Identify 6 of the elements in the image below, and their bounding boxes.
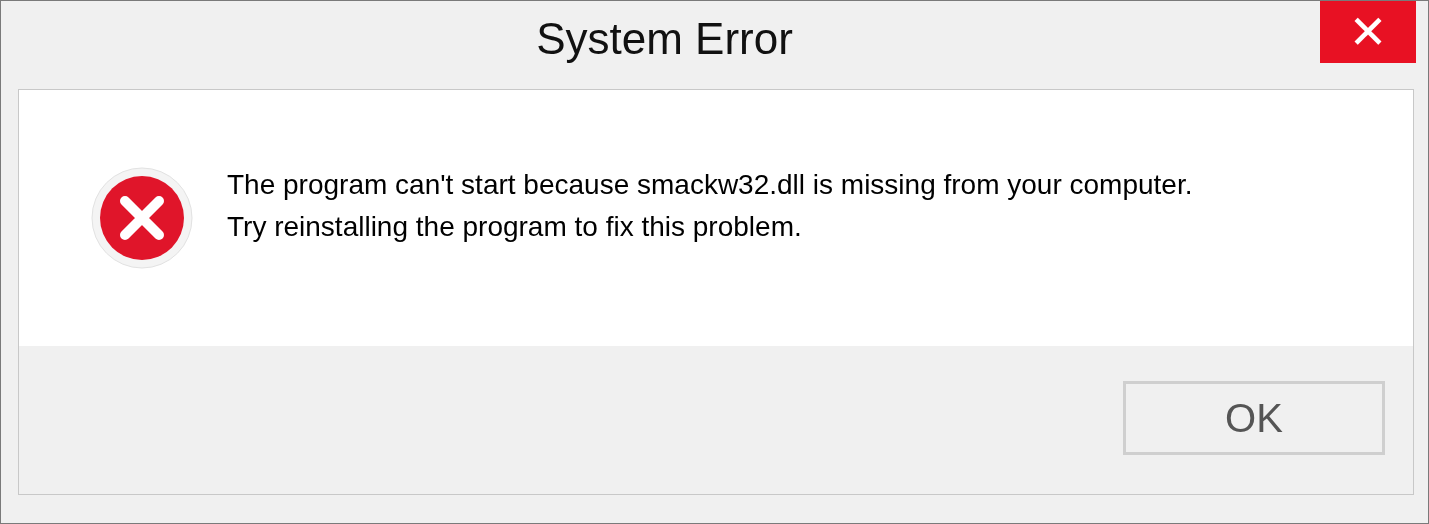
message-text: Try reinstalling the program to fix this problem.: [227, 210, 803, 244]
window-title: System Error: [536, 14, 793, 64]
message-text: The program can't start because smackw32.dll is missing from your computer.: [227, 168, 1193, 202]
error-icon: [91, 167, 193, 269]
close-button[interactable]: ✕: [1320, 1, 1416, 63]
ok-button[interactable]: OK: [1123, 381, 1385, 455]
